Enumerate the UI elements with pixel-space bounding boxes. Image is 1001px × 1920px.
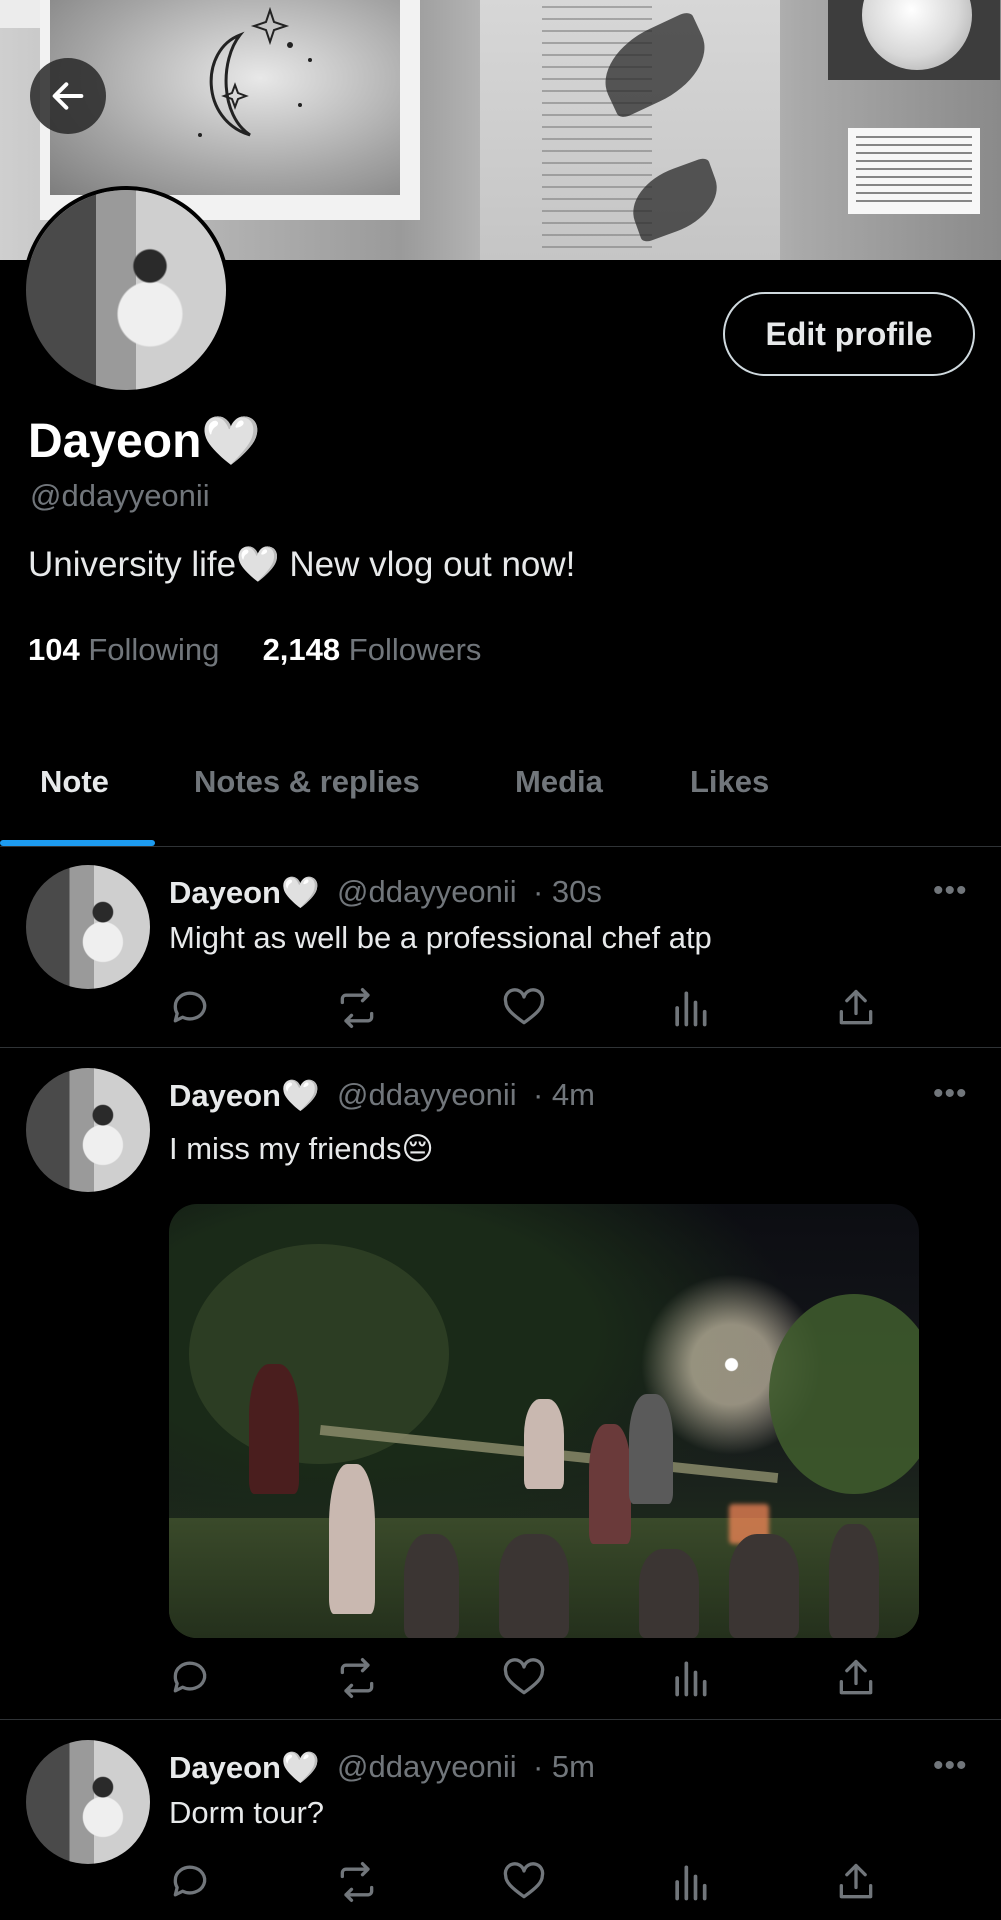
tweet-divider bbox=[0, 1047, 1001, 1048]
tweet-author-name[interactable]: Dayeon🤍 bbox=[169, 1077, 320, 1114]
profile-avatar[interactable] bbox=[22, 186, 230, 394]
heart-icon[interactable] bbox=[502, 1860, 546, 1904]
profile-display-name: Dayeon🤍 bbox=[28, 415, 262, 468]
profile-handle: @ddayyeonii bbox=[30, 478, 210, 513]
photo-person bbox=[329, 1464, 375, 1614]
tweet-more-button[interactable]: ••• bbox=[933, 874, 968, 908]
views-icon[interactable] bbox=[668, 1656, 712, 1700]
followers-link[interactable]: 2,148 Followers bbox=[263, 632, 482, 667]
profile-stats: 104 Following 2,148 Followers bbox=[28, 632, 481, 668]
retweet-icon[interactable] bbox=[335, 986, 379, 1030]
tab-notes-and-replies[interactable]: Notes & replies bbox=[194, 764, 420, 800]
reply-icon[interactable] bbox=[168, 1656, 212, 1700]
tab-likes[interactable]: Likes bbox=[690, 764, 769, 800]
followers-count: 2,148 bbox=[262, 632, 341, 667]
tweet-author-name[interactable]: Dayeon🤍 bbox=[169, 1749, 320, 1786]
tweet-more-button[interactable]: ••• bbox=[933, 1749, 968, 1783]
moon-doodle-icon bbox=[198, 6, 312, 137]
reply-icon[interactable] bbox=[168, 1860, 212, 1904]
following-link[interactable]: 104 Following bbox=[28, 632, 228, 667]
tweet-avatar[interactable] bbox=[26, 1068, 150, 1192]
tweet-text: Dorm tour? bbox=[169, 1795, 325, 1830]
tweet-divider bbox=[0, 1719, 1001, 1720]
edit-profile-button[interactable]: Edit profile bbox=[723, 292, 975, 376]
share-icon[interactable] bbox=[834, 1656, 878, 1700]
tweet-timestamp[interactable]: · 30s bbox=[533, 874, 602, 910]
heart-icon[interactable] bbox=[502, 986, 546, 1030]
views-icon[interactable] bbox=[668, 1860, 712, 1904]
tweet-text: Might as well be a professional chef atp bbox=[169, 920, 712, 955]
tabs-divider bbox=[0, 846, 1001, 847]
tweet-timestamp[interactable]: · 4m bbox=[533, 1077, 595, 1113]
retweet-icon[interactable] bbox=[335, 1860, 379, 1904]
following-label: Following bbox=[88, 632, 220, 667]
tweet-avatar[interactable] bbox=[26, 865, 150, 989]
photo-person bbox=[639, 1549, 699, 1638]
photo-person bbox=[829, 1524, 879, 1638]
tweet-timestamp[interactable]: · 5m bbox=[533, 1749, 595, 1785]
tweet-avatar[interactable] bbox=[26, 1740, 150, 1864]
tab-note[interactable]: Note bbox=[40, 764, 109, 800]
photo-person bbox=[404, 1534, 459, 1638]
tweet-text: I miss my friends😔 bbox=[169, 1131, 434, 1166]
following-count: 104 bbox=[28, 632, 80, 667]
tweet-author-name[interactable]: Dayeon🤍 bbox=[169, 874, 320, 911]
tweet-author-handle[interactable]: @ddayyeonii bbox=[337, 874, 517, 910]
tab-media[interactable]: Media bbox=[515, 764, 603, 800]
photo-tree bbox=[189, 1244, 449, 1464]
tweet-author-handle[interactable]: @ddayyeonii bbox=[337, 1077, 517, 1113]
photo-person bbox=[524, 1399, 564, 1489]
photo-tree bbox=[769, 1294, 919, 1494]
photo-person bbox=[729, 1534, 799, 1638]
photo-person bbox=[499, 1534, 569, 1638]
reply-icon[interactable] bbox=[168, 986, 212, 1030]
followers-label: Followers bbox=[348, 632, 482, 667]
photo-person bbox=[249, 1364, 299, 1494]
banner-note-card bbox=[848, 128, 980, 214]
retweet-icon[interactable] bbox=[335, 1656, 379, 1700]
tweet-author-handle[interactable]: @ddayyeonii bbox=[337, 1749, 517, 1785]
profile-bio: University life🤍 New vlog out now! bbox=[28, 545, 576, 584]
heart-icon[interactable] bbox=[502, 1656, 546, 1700]
share-icon[interactable] bbox=[834, 986, 878, 1030]
tweet-image[interactable] bbox=[169, 1204, 919, 1638]
back-button[interactable] bbox=[30, 58, 106, 134]
photo-person bbox=[629, 1394, 673, 1504]
arrow-left-icon bbox=[52, 82, 84, 110]
share-icon[interactable] bbox=[834, 1860, 878, 1904]
photo-person bbox=[589, 1424, 631, 1544]
views-icon[interactable] bbox=[668, 986, 712, 1030]
tweet-more-button[interactable]: ••• bbox=[933, 1077, 968, 1111]
banner-book-page bbox=[480, 0, 780, 260]
